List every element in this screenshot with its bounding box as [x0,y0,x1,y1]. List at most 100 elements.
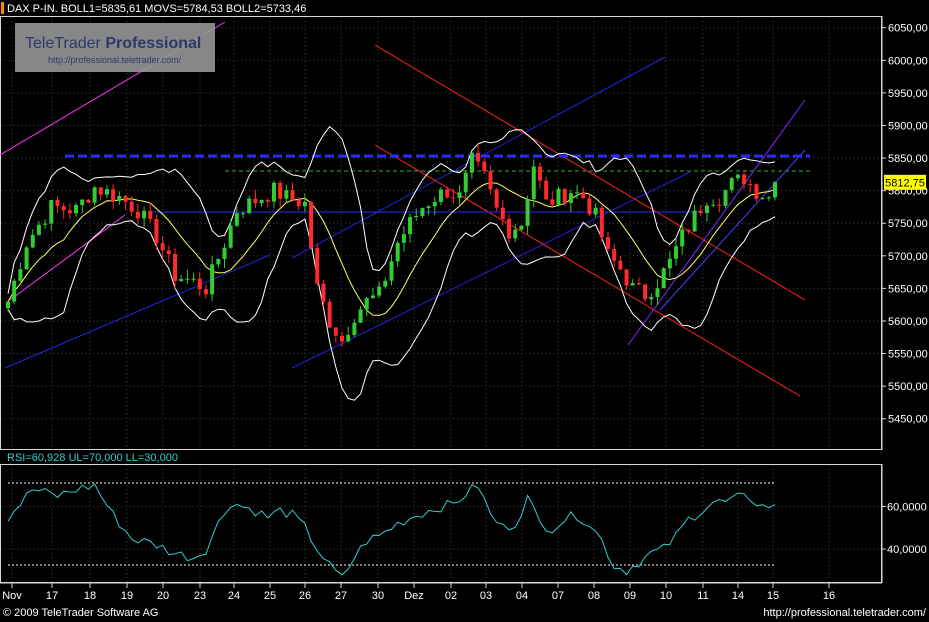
candle-body [717,204,722,206]
watermark-url: http://professional.teletrader.com/ [48,55,182,65]
candle-body [377,286,382,296]
candle-body [12,280,17,302]
candle-body [296,199,301,207]
candle-body [661,268,666,289]
candle-body [482,161,487,172]
candle-body [265,199,270,202]
candle-body [55,200,60,207]
candle-body [340,335,345,342]
footer-url: http://professional.teletrader.com/ [763,607,927,619]
candle-body [241,213,246,215]
price-tick-label: 5850,00 [888,153,928,165]
candle-body [655,288,660,298]
candle-body [142,210,147,219]
date-tick-label: 18 [84,590,96,602]
date-tick-label: 11 [697,590,708,602]
candle-body [463,172,468,193]
candle-body [86,199,91,203]
last-price-marker: 5812,75 [884,174,926,190]
candle-body [30,234,35,248]
candle-body [370,295,375,299]
candle-body [290,190,295,200]
candle-body [123,196,128,202]
date-tick-label: 27 [335,590,347,602]
candle-body [327,301,332,328]
price-panel-frame [0,16,882,450]
candle-body [729,178,734,190]
candle-body [203,289,208,295]
candle-body [18,269,23,281]
candle-body [395,242,400,262]
candle-body [154,218,159,244]
candle-body [451,197,456,199]
candle-body [216,258,221,265]
date-tick-label: 19 [121,590,133,602]
candle-body [389,261,394,281]
date-tick-label: 23 [194,590,206,602]
candle-body [49,200,54,224]
candle-body [6,301,10,309]
candle-body [742,174,747,185]
candle-body [748,184,753,186]
candle-body [537,166,542,181]
candle-body [364,298,369,310]
candle-body [723,189,728,206]
candle-body [271,182,276,202]
candle-body [488,171,493,190]
candle-body [698,210,703,213]
candle-body [321,283,326,302]
candle-body [166,250,171,255]
date-tick-label: Dez [404,590,424,602]
candle-body [383,280,388,287]
date-tick-label: 24 [228,590,240,602]
date-tick-label: 25 [264,590,276,602]
candle-body [766,197,771,199]
date-tick-label: 26 [299,590,311,602]
candle-body [129,201,134,212]
candle-body [507,218,512,239]
rsi-tick-label: 60,0000 [887,502,927,514]
price-tick-label: 6000,00 [888,55,928,67]
candle-body [754,184,759,199]
watermark-brand: TeleTrader Professional [25,35,201,52]
candle-body [773,182,777,198]
candle-body [36,224,41,235]
date-tick-label: 08 [588,590,600,602]
candle-body [438,189,443,202]
date-tick-label: 10 [660,590,672,602]
candle-body [587,198,592,215]
price-tick-label: 5550,00 [888,349,928,361]
price-tick-label: 5450,00 [888,414,928,426]
candle-body [686,229,691,232]
candle-body [173,254,178,282]
price-tick-label: 5900,00 [888,120,928,132]
candle-body [581,192,586,199]
date-tick-label: 03 [480,590,492,602]
price-tick-label: 5500,00 [888,381,928,393]
candle-body [135,211,140,219]
date-tick-label: 15 [767,590,779,602]
candle-body [302,201,307,207]
candle-body [284,190,289,199]
candle-body [420,208,425,216]
candle-body [401,234,406,243]
candle-body [476,152,481,162]
candle-body [711,204,716,206]
date-tick-label: 30 [372,590,384,602]
candle-body [680,229,685,247]
candle-body [259,199,264,204]
date-tick-label: 07 [552,590,564,602]
candle-body [531,166,536,200]
candle-body [197,278,202,290]
candle-body [104,189,109,195]
candle-body [469,152,474,173]
candle-body [358,309,363,323]
candle-body [160,243,165,251]
candle-body [667,258,672,269]
watermark-brand-bold: Professional [105,35,201,52]
price-tick-label: 5750,00 [888,218,928,230]
candle-body [210,264,215,295]
candle-body [414,215,419,218]
candle-body [278,182,283,199]
candle-body [179,279,184,282]
